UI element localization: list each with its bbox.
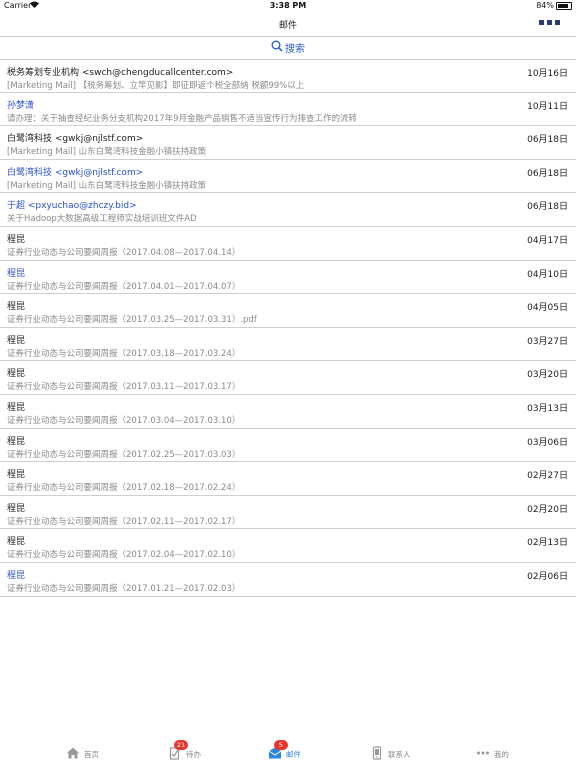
mail-date: 04月05日 xyxy=(527,303,568,314)
mail-date: 02月27日 xyxy=(527,471,568,482)
mail-row[interactable]: 程昆 04月10日证券行业动态与公司要闻周报（2017.04.01—2017.04… xyxy=(0,261,576,295)
mail-date: 10月11日 xyxy=(527,101,568,112)
mail-row[interactable]: 程昆 02月27日证券行业动态与公司要闻周报（2017.02.18—2017.02… xyxy=(0,462,576,496)
mail-subject: 证券行业动态与公司要闻周报（2017.01.21—2017.02.03） xyxy=(7,583,241,594)
navigation-bar: 邮件 xyxy=(0,12,576,37)
mail-subject: 请办理：关于抽查经纪业务分支机构2017年9月金融产品销售不适当宣传行为排查工作… xyxy=(7,113,358,124)
mail-subject: 证券行业动态与公司要闻周报（2017.03.04—2017.03.10） xyxy=(7,415,241,426)
mail-date: 03月13日 xyxy=(527,403,568,414)
mail-row[interactable]: 程昆 03月13日证券行业动态与公司要闻周报（2017.03.04—2017.03… xyxy=(0,395,576,429)
mail-sender: 程昆 xyxy=(7,570,26,581)
mail-sender: 白鹭湾科技 <gwkj@njlstf.com> xyxy=(7,167,144,178)
mail-row[interactable]: 白鹭湾科技 <gwkj@njlstf.com> 06月18日 [Marketing … xyxy=(0,126,576,160)
mail-subject: 证券行业动态与公司要闻周报（2017.03.11—2017.03.17） xyxy=(7,382,241,393)
battery-percent: 84% xyxy=(536,1,554,10)
mail-row[interactable]: 程昆 02月20日证券行业动态与公司要闻周报（2017.02.11—2017.02… xyxy=(0,496,576,530)
tab-mine-label: 我的 xyxy=(494,749,509,759)
mail-sender: 税务筹划专业机构 <swch@chengducallcenter.com> xyxy=(7,68,234,78)
search-icon xyxy=(271,40,283,55)
mail-date: 06月18日 xyxy=(527,135,568,146)
status-bar: Carrier 3:38 PM 84% xyxy=(0,0,576,12)
mail-row[interactable]: 程昆 02月06日证券行业动态与公司要闻周报（2017.01.21—2017.02… xyxy=(0,563,576,597)
battery-icon xyxy=(556,2,572,10)
mail-row[interactable]: 孙梦潇 10月11日请办理：关于抽查经纪业务分支机构2017年9月金融产品销售不适… xyxy=(0,93,576,127)
more-menu-icon[interactable] xyxy=(539,20,560,25)
mail-sender: 程昆 xyxy=(7,369,26,380)
mail-date: 02月20日 xyxy=(527,504,568,515)
mail-sender: 程昆 xyxy=(7,335,26,346)
search-bar[interactable]: 搜索 xyxy=(0,40,576,58)
tab-mail[interactable]: 5 邮件 xyxy=(268,740,301,762)
tab-home[interactable]: 首页 xyxy=(66,746,99,762)
page-title: 邮件 xyxy=(278,21,297,31)
mail-sender: 程昆 xyxy=(7,537,26,548)
mail-sender: 程昆 xyxy=(7,503,26,514)
mail-date: 06月18日 xyxy=(527,202,568,213)
mail-date: 02月06日 xyxy=(527,571,568,582)
more-dots-icon xyxy=(476,746,490,762)
tab-contacts-label: 联系人 xyxy=(388,749,411,759)
todo-icon: 21 xyxy=(168,740,188,762)
mail-sender: 于超 <pxyuchao@zhczy.bid> xyxy=(7,201,137,212)
mail-subject: 证券行业动态与公司要闻周报（2017.02.11—2017.02.17） xyxy=(7,516,241,527)
mail-sender: 程昆 xyxy=(7,268,26,279)
tab-mine[interactable]: 我的 xyxy=(476,746,509,762)
mail-row[interactable]: 于超 <pxyuchao@zhczy.bid> 06月18日关于Hadoop大数据… xyxy=(0,193,576,227)
mail-row[interactable]: 程昆 03月06日证券行业动态与公司要闻周报（2017.02.25—2017.03… xyxy=(0,429,576,463)
mail-date: 04月17日 xyxy=(527,235,568,246)
mail-subject: 证券行业动态与公司要闻周报（2017.04.08—2017.04.14） xyxy=(7,247,241,258)
mail-row[interactable]: 程昆 04月05日证券行业动态与公司要闻周报（2017.03.25—2017.03… xyxy=(0,294,576,328)
mail-subject: [Marketing Mail] 山东白鹭湾科技金融小镇扶持政策 xyxy=(7,147,207,158)
mail-date: 03月20日 xyxy=(527,370,568,381)
todo-badge: 21 xyxy=(174,740,188,750)
mail-badge: 5 xyxy=(274,740,288,750)
mail-subject: 关于Hadoop大数据高级工程师实战培训班文件AD xyxy=(7,214,197,225)
mail-subject: 证券行业动态与公司要闻周报（2017.02.25—2017.03.03） xyxy=(7,449,241,460)
tab-mail-label: 邮件 xyxy=(286,749,301,759)
tab-contacts[interactable]: 联系人 xyxy=(370,746,411,762)
mail-row[interactable]: 税务筹划专业机构 <swch@chengducallcenter.com> 10月… xyxy=(0,59,576,93)
search-label: 搜索 xyxy=(285,44,305,55)
mail-subject: 证券行业动态与公司要闻周报（2017.03.25—2017.03.31）.pdf xyxy=(7,315,257,326)
mail-sender: 程昆 xyxy=(7,302,26,313)
clock: 3:38 PM xyxy=(269,1,307,10)
tab-home-label: 首页 xyxy=(84,749,99,759)
tab-todo-label: 待办 xyxy=(186,749,201,759)
phone-icon xyxy=(370,746,384,762)
mail-subject: [Marketing Mail] 【税务筹划、立竿见影】即征即返个税全部纳 税额… xyxy=(7,81,305,91)
mail-date: 03月06日 xyxy=(527,437,568,448)
tab-bar: 首页 21 待办 5 邮件 联系人 我的 xyxy=(0,740,576,768)
mail-date: 03月27日 xyxy=(527,336,568,347)
mail-date: 10月16日 xyxy=(527,69,568,79)
mail-row[interactable]: 程昆 02月13日证券行业动态与公司要闻周报（2017.02.04—2017.02… xyxy=(0,529,576,563)
mail-subject: [Marketing Mail] 山东白鹭湾科技金融小镇扶持政策 xyxy=(7,180,207,191)
mail-sender: 程昆 xyxy=(7,234,26,245)
mail-list: 税务筹划专业机构 <swch@chengducallcenter.com> 10月… xyxy=(0,59,576,597)
mail-date: 04月10日 xyxy=(527,269,568,280)
mail-subject: 证券行业动态与公司要闻周报（2017.04.01—2017.04.07） xyxy=(7,281,241,292)
mail-subject: 证券行业动态与公司要闻周报（2017.03.18—2017.03.24） xyxy=(7,348,241,359)
mail-date: 02月13日 xyxy=(527,538,568,549)
home-icon xyxy=(66,746,80,762)
mail-sender: 程昆 xyxy=(7,470,26,481)
mail-row[interactable]: 程昆 04月17日证券行业动态与公司要闻周报（2017.04.08—2017.04… xyxy=(0,227,576,261)
tab-todo[interactable]: 21 待办 xyxy=(168,740,201,762)
mail-subject: 证券行业动态与公司要闻周报（2017.02.18—2017.02.24） xyxy=(7,483,241,494)
mail-sender: 程昆 xyxy=(7,436,26,447)
mail-sender: 程昆 xyxy=(7,402,26,413)
mail-row[interactable]: 程昆 03月27日证券行业动态与公司要闻周报（2017.03.18—2017.03… xyxy=(0,328,576,362)
mail-date: 06月18日 xyxy=(527,168,568,179)
mail-sender: 白鹭湾科技 <gwkj@njlstf.com> xyxy=(7,134,144,145)
mail-subject: 证券行业动态与公司要闻周报（2017.02.04—2017.02.10） xyxy=(7,550,241,561)
mail-row[interactable]: 白鹭湾科技 <gwkj@njlstf.com> 06月18日 [Marketing … xyxy=(0,160,576,194)
mail-row[interactable]: 程昆 03月20日证券行业动态与公司要闻周报（2017.03.11—2017.03… xyxy=(0,361,576,395)
mail-sender: 孙梦潇 xyxy=(7,100,35,111)
mail-icon: 5 xyxy=(268,740,288,762)
